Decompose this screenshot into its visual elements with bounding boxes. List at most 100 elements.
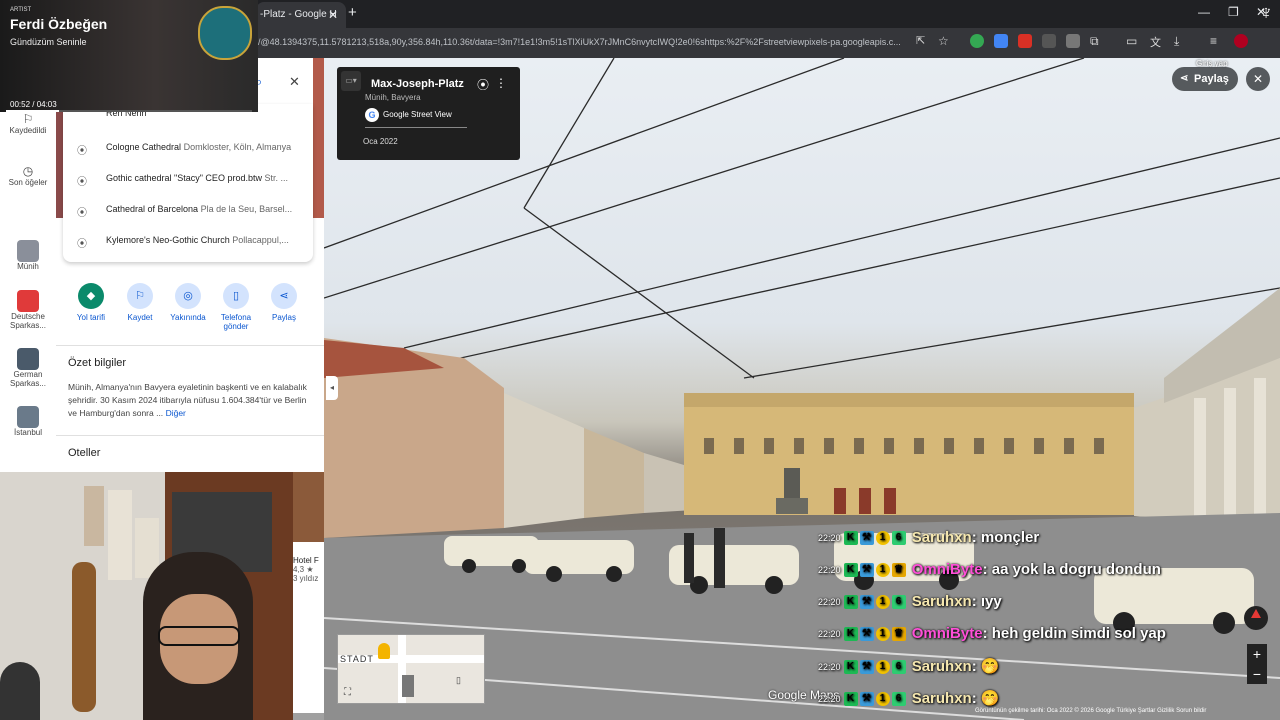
map-footer: Görüntünün çekilme tarihi: Oca 2022 © 20… <box>975 708 1207 714</box>
chat-username[interactable]: OmniByte <box>912 561 983 578</box>
menu-lines-icon[interactable]: ≡ <box>1210 34 1224 48</box>
translate-icon[interactable] <box>994 34 1008 48</box>
chat-username[interactable]: Saruhxn <box>912 529 972 546</box>
extension-icon-3[interactable] <box>1066 34 1080 48</box>
action-label: Yakınında <box>170 313 206 322</box>
chat-time: 22:20 <box>818 662 841 673</box>
coin-badge-icon: 1 <box>875 595 890 610</box>
headphones <box>0 662 40 720</box>
compass-icon[interactable] <box>1244 606 1268 630</box>
suggestion-item[interactable]: ⦿ Gothic cathedral "Stacy" CEO prod.btw … <box>63 164 313 194</box>
close-search-icon[interactable]: ✕ <box>289 74 300 90</box>
minimap-label: STADT <box>340 654 374 664</box>
send-to-phone-button[interactable]: ▯ Telefona gönder <box>216 283 256 331</box>
suggestion-item[interactable]: ⦿ Cologne Cathedral Domkloster, Köln, Al… <box>63 133 313 163</box>
rail-item-saved[interactable]: ⚐ Kaydedildi <box>0 112 56 135</box>
hotel-photo-2 <box>293 713 324 720</box>
artist-label: ARTIST <box>10 7 32 13</box>
rail-item-sparkasse[interactable]: Deutsche Sparkas... <box>0 290 56 330</box>
coin-badge-icon: 1 <box>875 660 890 675</box>
history-icon: ◷ <box>22 164 34 178</box>
poster <box>84 486 104 546</box>
chat-username[interactable]: Saruhxn <box>912 593 972 610</box>
hotels-heading: Oteller <box>68 447 101 459</box>
collapse-menu-icon[interactable]: ▭▾ <box>341 71 361 91</box>
close-street-view-icon[interactable]: ✕ <box>1246 67 1270 91</box>
place-pin-icon: ⦿ <box>77 177 87 188</box>
minimize-icon[interactable]: — <box>1198 5 1210 19</box>
chat-text: : monçler <box>971 529 1040 546</box>
share-button[interactable]: ⋖ Paylaş <box>1172 67 1238 91</box>
expand-map-icon[interactable]: ⛶ <box>344 687 351 698</box>
zoom-in-button[interactable]: + <box>1247 644 1267 664</box>
crown-badge-icon: ♛ <box>891 563 906 578</box>
tab-title: -Platz - Google H <box>260 9 337 20</box>
more-link[interactable]: Diğer <box>166 408 186 418</box>
nearby-button[interactable]: ◎ Yakınında <box>168 283 208 322</box>
source-label[interactable]: Google Street View <box>383 110 452 119</box>
tool-badge-icon: ⚒ <box>859 563 874 578</box>
rail-item-recent[interactable]: ◷ Son öğeler <box>0 164 56 187</box>
suggestion-item[interactable]: ⦿ Kylemore's Neo-Gothic Church Pollacapp… <box>63 226 313 256</box>
share-place-button[interactable]: ⋖ Paylaş <box>264 283 304 322</box>
sparkasse-thumbnail <box>17 290 39 312</box>
profile-avatar[interactable] <box>1234 34 1248 48</box>
google-logo-icon: G <box>365 108 379 122</box>
url-text[interactable]: /@48.1394375,11.5781213,518a,90y,356.84h… <box>258 37 908 47</box>
zoom-out-button[interactable]: − <box>1247 664 1267 684</box>
hotel-card[interactable]: Hotel F 4,3 ★ 3 yıldız <box>293 472 324 720</box>
chat-message: 22:20 K ⚒ 1 6 Saruhxn: 🤭 <box>818 657 1000 687</box>
chat-username[interactable]: Saruhxn <box>912 658 972 675</box>
chat-time: 22:20 <box>818 565 841 576</box>
coin-badge-icon: 1 <box>875 531 890 546</box>
summary-text: Münih, Almanya'nın Bavyera eyaletinin ba… <box>68 381 308 420</box>
browser-tab[interactable]: -Platz - Google H ✕ <box>256 2 346 28</box>
hotel-class: 3 yıldız <box>293 574 319 583</box>
new-tab-button[interactable]: + <box>348 4 357 21</box>
chat-text: : 🤭 <box>971 658 1000 675</box>
suggestion-item[interactable]: ⦿ Cathedral of Barcelona Pla de la Seu, … <box>63 195 313 225</box>
guitar <box>72 562 96 712</box>
install-icon[interactable]: ⇱ <box>916 34 930 48</box>
suggestion-subtitle: Pollacappul,... <box>232 235 289 245</box>
download-icon[interactable]: ⤓ <box>1174 34 1188 48</box>
divider <box>365 127 467 128</box>
location-pin-icon[interactable]: ⦿ <box>477 76 489 93</box>
capture-date[interactable]: Oca 2022 <box>363 137 398 146</box>
save-button[interactable]: ⚐ Kaydet <box>120 283 160 322</box>
rail-item-istanbul[interactable]: İstanbul <box>0 406 56 437</box>
rail-item-munich[interactable]: Münih <box>0 240 56 271</box>
youtube-extension-icon[interactable] <box>1018 34 1032 48</box>
sidepanel-icon[interactable]: ▭ <box>1126 34 1140 48</box>
close-tab-icon[interactable]: ✕ <box>328 2 338 28</box>
rail-item-german-sparkasse[interactable]: German Sparkas... <box>0 348 56 388</box>
action-label: Kaydet <box>127 313 153 322</box>
bookmark-star-icon[interactable]: ☆ <box>938 34 952 48</box>
poster <box>108 490 132 580</box>
extension-icon[interactable] <box>970 34 984 48</box>
crown-badge-icon: ♛ <box>891 627 906 642</box>
webcam-feed <box>0 472 293 720</box>
tool-badge-icon: ⚒ <box>859 595 874 610</box>
restore-icon[interactable]: ❐ <box>1228 5 1239 19</box>
suggestion-title: Cologne Cathedral <box>106 142 182 152</box>
chat-text: : 🤭 <box>971 690 1000 707</box>
collapse-panel-icon[interactable]: ◂ <box>326 376 338 400</box>
rail-item-label: Deutsche Sparkas... <box>9 312 46 330</box>
compass-needle <box>1251 609 1261 618</box>
divider <box>56 345 324 346</box>
coin-badge-icon: 1 <box>875 627 890 642</box>
coin-badge-icon: 1 <box>875 692 890 707</box>
chat-username[interactable]: OmniByte <box>912 625 983 642</box>
divider <box>56 435 324 436</box>
extension-icon-2[interactable] <box>1042 34 1056 48</box>
pegman-icon[interactable] <box>378 643 390 659</box>
directions-button[interactable]: ◆ Yol tarifi <box>71 283 111 322</box>
translate-page-icon[interactable]: 文 <box>1150 34 1164 49</box>
suggestion-title: Cathedral of Barcelona <box>106 204 199 214</box>
puzzle-icon[interactable]: ⧉ <box>1090 34 1104 48</box>
minimap[interactable]: STADT ⛶ ▯ <box>337 634 485 704</box>
chat-message: 22:20 K ⚒ 1 6 Saruhxn: monçler <box>818 529 1039 559</box>
more-options-icon[interactable]: ⋮ <box>495 76 507 90</box>
chat-username[interactable]: Saruhxn <box>912 690 972 707</box>
